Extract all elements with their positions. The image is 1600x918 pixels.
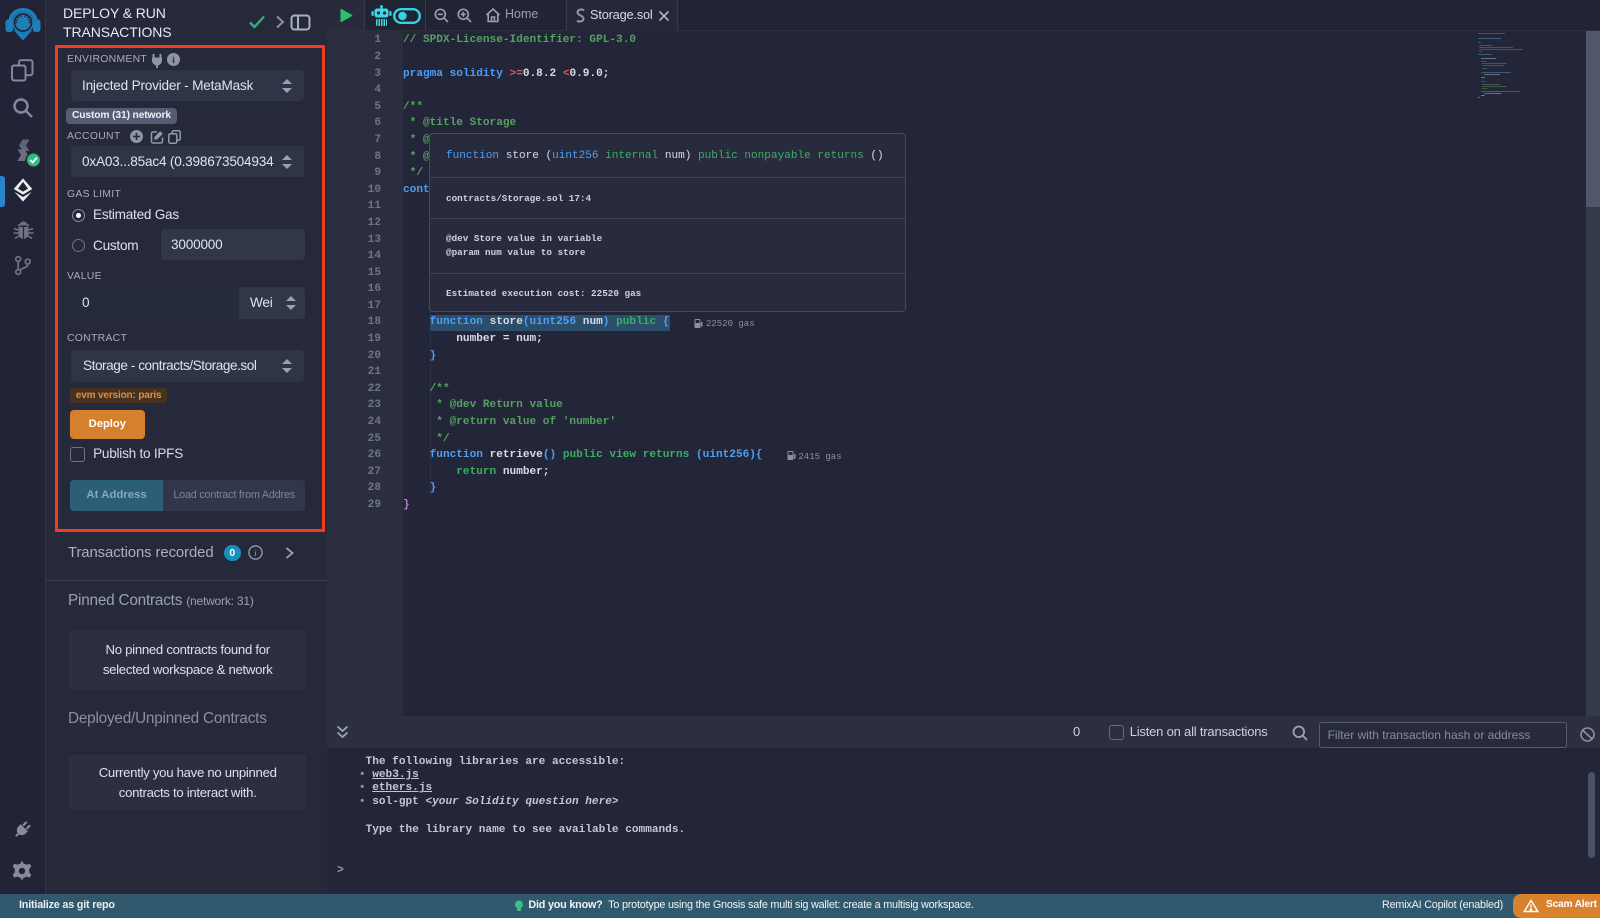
svg-text:i: i [254, 549, 257, 559]
